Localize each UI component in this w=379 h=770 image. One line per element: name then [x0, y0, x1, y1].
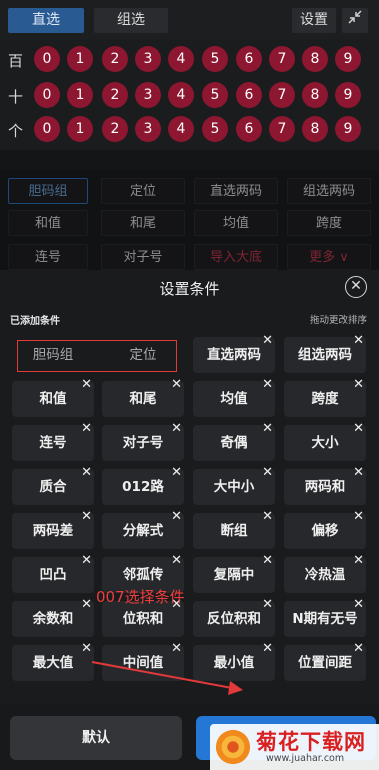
digit-ball[interactable]: 3	[135, 82, 161, 108]
digit-ball[interactable]: 4	[168, 116, 194, 142]
digit-ball[interactable]: 1	[67, 116, 93, 142]
flower-logo-icon	[215, 729, 251, 765]
tab-group[interactable]: 组选	[94, 8, 168, 33]
digit-row-label: 十	[8, 88, 24, 106]
watermark-title: 菊花下载网	[256, 730, 366, 754]
modal-dim	[0, 170, 379, 270]
digit-ball[interactable]: 0	[34, 116, 60, 142]
digit-ball[interactable]: 5	[202, 46, 228, 72]
digit-row-label: 个	[8, 122, 24, 140]
digit-row-label: 百	[8, 52, 24, 70]
digit-ball[interactable]: 6	[236, 116, 262, 142]
digit-ball[interactable]: 4	[168, 82, 194, 108]
digit-ball[interactable]: 1	[67, 46, 93, 72]
digit-ball[interactable]: 1	[67, 82, 93, 108]
digit-ball[interactable]: 0	[34, 82, 60, 108]
digit-ball[interactable]: 8	[302, 46, 328, 72]
digit-ball[interactable]: 8	[302, 82, 328, 108]
arrow-annotation	[91, 661, 243, 695]
digit-ball[interactable]: 9	[335, 116, 361, 142]
digit-ball[interactable]: 7	[269, 46, 295, 72]
digit-ball[interactable]: 2	[102, 82, 128, 108]
digit-row: 百0123456789	[0, 44, 379, 78]
digit-row: 个0123456789	[0, 114, 379, 148]
digit-ball[interactable]: 0	[34, 46, 60, 72]
digit-ball[interactable]: 7	[269, 82, 295, 108]
watermark-url: www.juahar.com	[266, 753, 345, 764]
divider	[0, 150, 379, 170]
digit-row: 十0123456789	[0, 80, 379, 114]
top-bar: 直选 组选 设置	[0, 0, 379, 40]
digit-ball[interactable]: 7	[269, 116, 295, 142]
default-button[interactable]: 默认	[10, 716, 182, 760]
tab-direct[interactable]: 直选	[8, 8, 84, 33]
annotation-text: 007选择条件	[96, 588, 185, 606]
digit-ball[interactable]: 3	[135, 116, 161, 142]
digit-ball[interactable]: 8	[302, 116, 328, 142]
digit-ball[interactable]: 5	[202, 116, 228, 142]
digit-ball[interactable]: 2	[102, 116, 128, 142]
screen: 直选 组选 设置 百0123456789十0123456789个01234567…	[0, 0, 379, 770]
collapse-icon[interactable]	[342, 8, 368, 33]
settings-button[interactable]: 设置	[292, 8, 336, 33]
watermark: 菊花下载网 www.juahar.com	[210, 724, 379, 770]
digit-ball[interactable]: 6	[236, 46, 262, 72]
settings-sheet: 设置条件 ✕ 已添加条件 拖动更改排序 胆码组 定位 直选两码 ✕ 组选两码 ✕ 和值 ✕ 和尾…	[0, 270, 379, 770]
digit-ball[interactable]: 9	[335, 82, 361, 108]
digit-ball[interactable]: 6	[236, 82, 262, 108]
digit-ball[interactable]: 5	[202, 82, 228, 108]
digit-ball[interactable]: 4	[168, 46, 194, 72]
digit-ball[interactable]: 2	[102, 46, 128, 72]
digit-ball[interactable]: 9	[335, 46, 361, 72]
digit-ball[interactable]: 3	[135, 46, 161, 72]
